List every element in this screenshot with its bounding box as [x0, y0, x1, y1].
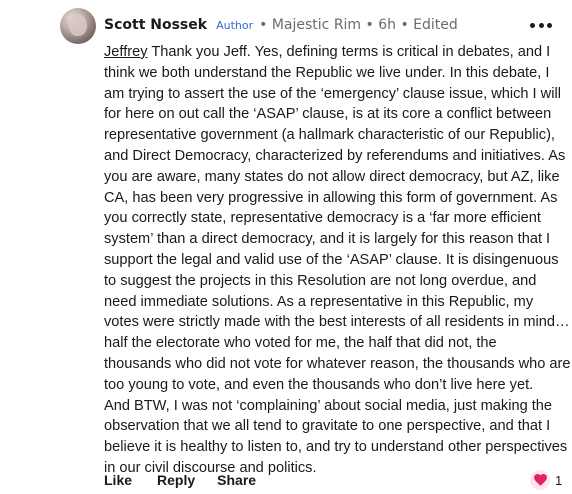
- reaction-count: 1: [555, 472, 563, 488]
- comment-line: believe it is healthy to listen to, and …: [104, 439, 568, 456]
- comment-line: observation that we all tend to gravitat…: [104, 418, 551, 435]
- comment-body: Jeffrey Thank you Jeff. Yes, defining te…: [104, 42, 571, 479]
- comment-meta: • Majestic Rim • 6h • Edited: [259, 17, 458, 33]
- comment-actions: Like Reply Share: [104, 472, 256, 488]
- comment-line: for here on out call the ‘ASAP’ clause, …: [104, 106, 552, 123]
- comment-line: votes were strictly made with the best i…: [104, 314, 570, 331]
- comment-line: half the electorate who voted for me, th…: [104, 335, 497, 352]
- comment-line: thousands who did not vote for whatever …: [104, 355, 571, 372]
- avatar[interactable]: [60, 8, 96, 44]
- heart-icon: [530, 470, 550, 490]
- comment-line: to suggest the projects in this Resoluti…: [104, 272, 537, 289]
- more-options-button[interactable]: [530, 15, 552, 35]
- comment-line: you correctly state, representative demo…: [104, 210, 541, 227]
- author-name[interactable]: Scott Nossek: [104, 17, 207, 33]
- comment-line: need immediate solutions. As a represent…: [104, 293, 534, 310]
- comment-line: am trying to assert the use of the ‘emer…: [104, 85, 561, 102]
- avatar-face: [69, 14, 87, 36]
- more-dot-icon: [530, 22, 535, 28]
- like-button[interactable]: Like: [104, 472, 132, 488]
- comment-line: Jeffrey Thank you Jeff. Yes, defining te…: [104, 42, 562, 63]
- reaction-summary[interactable]: 1: [530, 470, 562, 490]
- more-dot-icon: [538, 22, 544, 28]
- reply-button[interactable]: Reply: [157, 472, 195, 488]
- more-dot-icon: [547, 22, 552, 28]
- comment-line-text: Thank you Jeff. Yes, defining terms is c…: [147, 44, 551, 60]
- author-badge: Author: [216, 18, 254, 32]
- comment-line: too young to vote, and even the thousand…: [104, 376, 534, 393]
- comment-line: and Direct Democracy, characterized by r…: [104, 147, 566, 164]
- comment-line: CA, has been very progressive in allowin…: [104, 189, 558, 206]
- share-button[interactable]: Share: [217, 472, 256, 488]
- comment-line: And BTW, I was not ‘complaining’ about s…: [104, 397, 553, 414]
- comment-line: system’ than a direct democracy, and it …: [104, 231, 551, 248]
- mention-link[interactable]: Jeffrey: [104, 44, 148, 60]
- comment-header: Scott Nossek Author • Majestic Rim • 6h …: [104, 17, 458, 33]
- heart-icon-glyph: [533, 474, 547, 486]
- comment-line: representative government (a hallmark ch…: [104, 127, 555, 144]
- comment-line: you are aware, many states do not allow …: [104, 168, 560, 185]
- comment-line: think we both understand the Republic we…: [104, 64, 550, 81]
- comment-line: support the legal and valid use of the ‘…: [104, 251, 559, 268]
